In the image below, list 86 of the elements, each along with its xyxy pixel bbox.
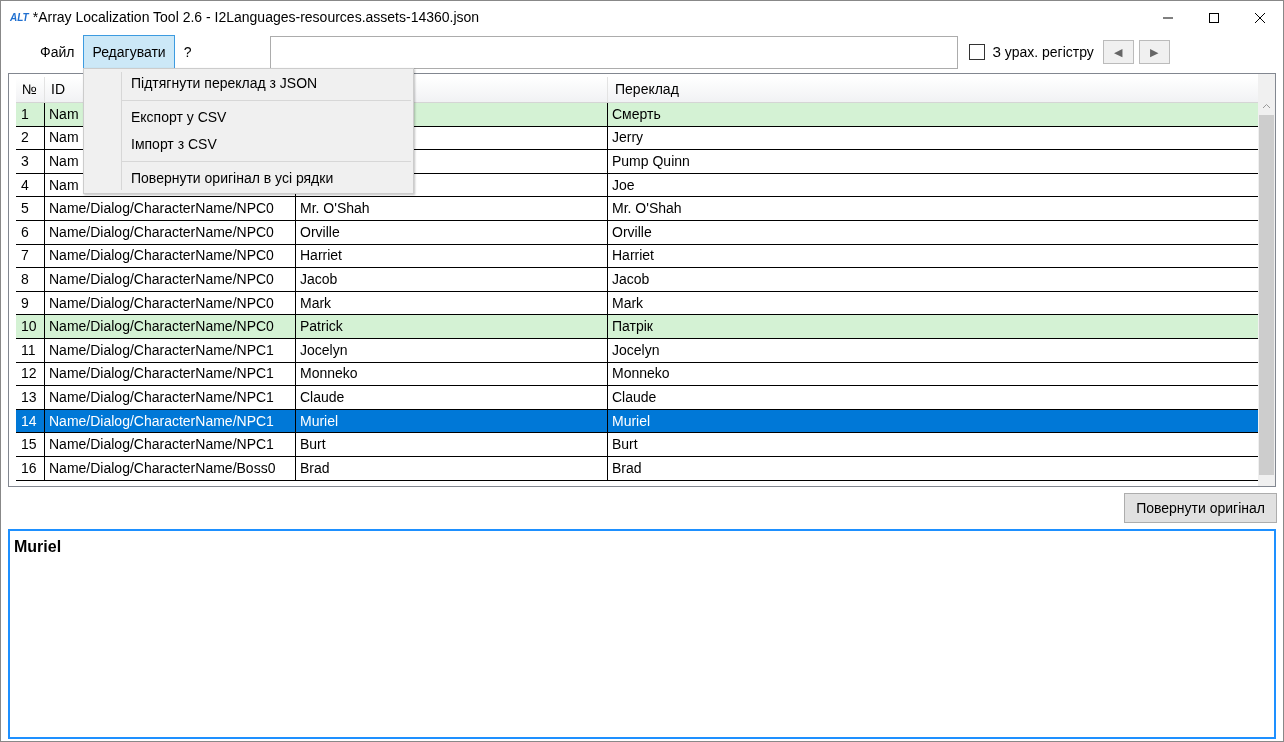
- table-cell: Mark: [296, 291, 608, 315]
- checkbox-label: З урах. регістру: [992, 42, 1094, 62]
- table-row[interactable]: 15 Name/Dialog/CharacterName/NPC1 Burt Burt: [16, 433, 1258, 457]
- table-cell-text: Патрік: [611, 317, 654, 337]
- revert-button[interactable]: Повернути оригінал: [1124, 493, 1277, 523]
- table-cell-text: Muriel: [611, 411, 652, 431]
- table-cell: Name/Dialog/CharacterName/NPC1: [45, 386, 296, 409]
- table-cell: 12: [16, 362, 45, 386]
- table-cell: Name/Dialog/CharacterName/NPC1: [45, 362, 296, 386]
- table-row[interactable]: 7 Name/Dialog/CharacterName/NPC0 Harriet Harriet: [16, 244, 1258, 269]
- table-cell: 1: [16, 103, 45, 126]
- table-row[interactable]: 8 Name/Dialog/CharacterName/NPC0 Jacob Jacob: [16, 268, 1258, 292]
- table-cell: Name/Dialog/CharacterName/NPC0: [45, 291, 296, 315]
- table-row[interactable]: 10 Name/Dialog/CharacterName/NPC0 Patrick Патрік: [16, 315, 1258, 339]
- table-cell: Name/Dialog/CharacterName/NPC1: [45, 409, 296, 433]
- table-cell: Burt: [296, 433, 608, 456]
- table-cell-text: Смерть: [611, 104, 662, 124]
- table-cell: Jacob: [296, 268, 608, 291]
- table-cell: Name/Dialog/CharacterName/NPC0: [45, 220, 296, 244]
- table-cell: 4: [16, 173, 45, 197]
- menu-item[interactable]: Редагувати: [83, 35, 175, 69]
- table-row[interactable]: 6 Name/Dialog/CharacterName/NPC0 Orville Orville: [16, 220, 1258, 245]
- window-title: *Array Localization Tool 2.6 - I2Languages-resources.assets-14360.json: [32, 8, 480, 27]
- table-cell: Name/Dialog/CharacterName/NPC0: [45, 315, 296, 338]
- menu-item[interactable]: Файл: [31, 35, 84, 69]
- table-cell: 15: [16, 433, 45, 456]
- table-cell-text: Claude: [611, 387, 658, 407]
- scrollbar[interactable]: [1258, 74, 1275, 486]
- table-row[interactable]: 14 Name/Dialog/CharacterName/NPC1 Muriel Muriel: [16, 409, 1258, 434]
- table-cell-text: Burt: [611, 435, 639, 455]
- scroll-up-icon[interactable]: [1262, 103, 1271, 109]
- table-cell: 7: [16, 244, 45, 268]
- table-row[interactable]: 5 Name/Dialog/CharacterName/NPC0 Mr. O'Shah Mr. O'Shah: [16, 197, 1258, 221]
- table-cell: Patrick: [296, 315, 608, 338]
- table-cell: Name/Dialog/CharacterName/NPC0: [45, 268, 296, 291]
- table-cell: Name/Dialog/CharacterName/NPC1: [45, 433, 296, 456]
- table-cell-text: Mr. O'Shah: [611, 199, 683, 219]
- table-cell-text: Jacob: [611, 269, 651, 289]
- previous-button[interactable]: ◀: [1102, 40, 1134, 64]
- search-field[interactable]: [270, 35, 959, 69]
- table-cell: Claude: [296, 386, 608, 409]
- table-cell-text: Joe: [611, 175, 636, 195]
- table-cell-text: Jocelyn: [611, 340, 661, 360]
- table-cell: 6: [16, 220, 45, 244]
- table-cell: Jocelyn: [296, 338, 608, 362]
- table-cell: 9: [16, 291, 45, 315]
- column-header[interactable]: №: [16, 77, 45, 102]
- table-cell-text: Monneko: [611, 364, 671, 384]
- table-row[interactable]: 11 Name/Dialog/CharacterName/NPC1 Jocelyn Jocelyn: [16, 338, 1258, 363]
- table-cell: 3: [16, 150, 45, 173]
- menu-item[interactable]: Підтягнути переклад з JSON: [84, 70, 413, 97]
- app-logo: ALT: [10, 12, 29, 23]
- table-cell: 5: [16, 197, 45, 220]
- menu-item[interactable]: ?: [174, 35, 201, 69]
- checkbox[interactable]: [969, 44, 986, 60]
- table-cell-text: Orville: [611, 222, 653, 242]
- table-cell-text: Jerry: [611, 128, 645, 148]
- table-cell-text: Brad: [611, 458, 643, 478]
- table-cell: 16: [16, 456, 45, 480]
- scrollbar-thumb[interactable]: [1259, 115, 1274, 475]
- table-row[interactable]: 13 Name/Dialog/CharacterName/NPC1 Claude Claude: [16, 386, 1258, 410]
- table-cell: 10: [16, 315, 45, 338]
- table-cell: Monneko: [296, 362, 608, 386]
- table-cell-text: Mark: [611, 293, 645, 313]
- table-cell-text: Pump Quinn: [611, 152, 691, 171]
- text-editor[interactable]: Muriel: [8, 529, 1276, 739]
- table-cell: 11: [16, 338, 45, 362]
- table-cell: 14: [16, 409, 45, 433]
- table-cell: 8: [16, 268, 45, 291]
- table-cell: Muriel: [296, 409, 608, 433]
- table-row[interactable]: 16 Name/Dialog/CharacterName/Boss0 Brad Brad: [16, 456, 1258, 481]
- table-row[interactable]: 9 Name/Dialog/CharacterName/NPC0 Mark Mark: [16, 291, 1258, 316]
- next-button[interactable]: ▶: [1138, 40, 1170, 64]
- table-cell: Name/Dialog/CharacterName/NPC0: [45, 244, 296, 268]
- table-cell: Name/Dialog/CharacterName/NPC0: [45, 197, 296, 220]
- table-cell-text: Harriet: [611, 246, 655, 266]
- table-cell: Mr. O'Shah: [296, 197, 608, 220]
- table-cell: 13: [16, 386, 45, 409]
- column-header[interactable]: Переклад: [608, 77, 1258, 102]
- table-cell: Brad: [296, 456, 608, 480]
- table-cell: Name/Dialog/CharacterName/Boss0: [45, 456, 296, 480]
- table-cell: 2: [16, 126, 45, 150]
- table-cell: Orville: [296, 220, 608, 244]
- table-row[interactable]: 12 Name/Dialog/CharacterName/NPC1 Monneko Monneko: [16, 362, 1258, 387]
- table-cell: Harriet: [296, 244, 608, 268]
- table-cell: Name/Dialog/CharacterName/NPC1: [45, 338, 296, 362]
